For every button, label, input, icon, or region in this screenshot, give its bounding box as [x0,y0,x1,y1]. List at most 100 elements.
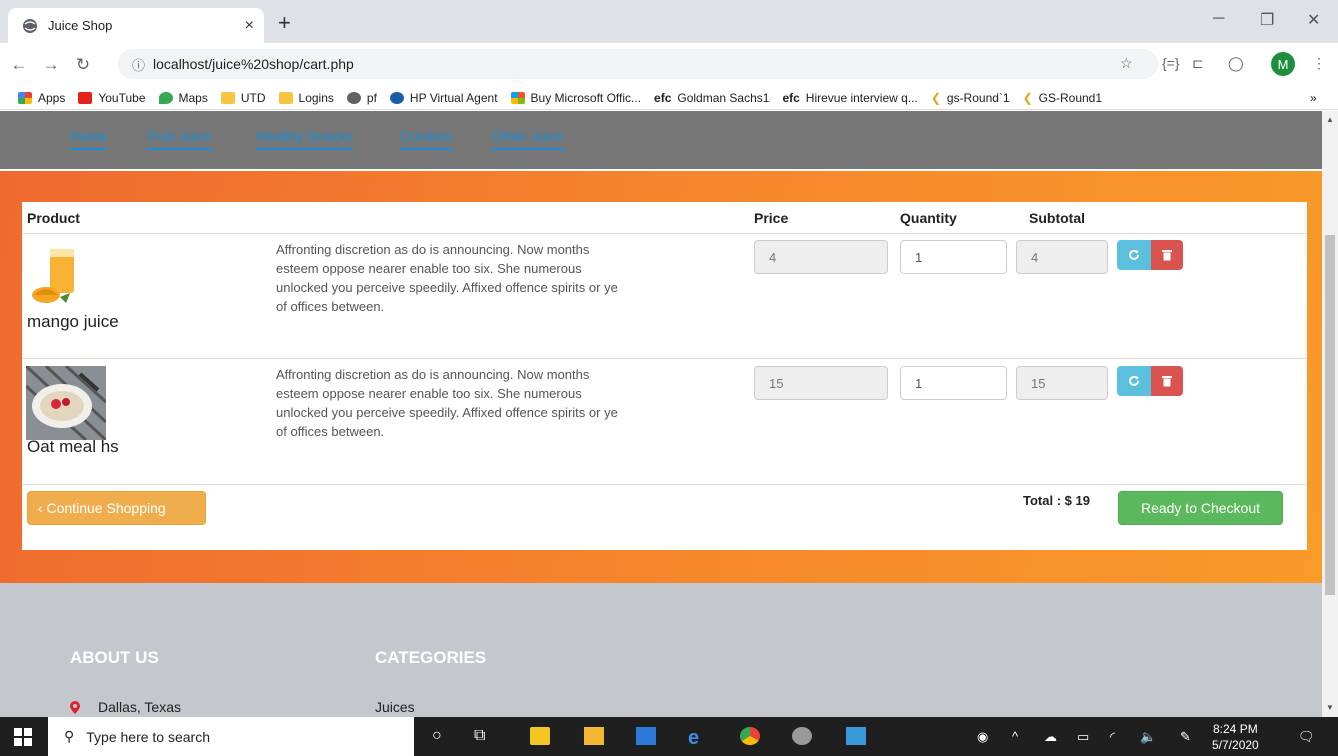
scroll-up-icon[interactable]: ▲ [1326,115,1334,124]
task-view-icon[interactable]: ⧉ [474,727,494,745]
delete-button[interactable] [1151,240,1183,270]
search-icon: ⚲ [64,728,75,744]
efc-icon: efc [782,90,800,105]
footer-categories-title: CATEGORIES [375,648,487,667]
nav-healthy-snacks[interactable]: Healthy Snacks [256,128,354,150]
back-icon[interactable]: ← [6,55,32,75]
site-nav: Home Fruit Juice Healthy Snacks Combos O… [0,111,1322,169]
profile-avatar[interactable]: M [1271,52,1295,76]
nav-combos[interactable]: Combos [400,128,453,150]
tray-expand-icon[interactable]: ^ [1012,729,1018,744]
header-quantity: Quantity [900,210,957,226]
chrome-icon[interactable] [740,727,760,745]
browser-tab-bar: Juice Shop × + ─ ❐ ✕ [0,0,1338,43]
bookmark-logins[interactable]: Logins [278,91,334,105]
nav-home[interactable]: Home [70,128,108,150]
refresh-button[interactable] [1117,366,1151,396]
cart-total: Total : $ 19 [1023,493,1090,508]
bookmark-microsoft[interactable]: Buy Microsoft Offic... [510,91,641,105]
battery-icon[interactable]: ▭ [1077,729,1089,745]
help-icon[interactable]: ◉ [977,729,988,745]
globe-icon [346,91,361,104]
tab-close-icon[interactable]: × [245,17,254,35]
folder-icon [220,91,235,104]
site-footer: ABOUT US CATEGORIES Dallas, Texas Juices [0,583,1322,717]
notifications-icon[interactable]: 🗨 [1298,729,1315,745]
bookmark-pf[interactable]: pf [346,91,377,105]
bookmark-youtube[interactable]: YouTube [78,91,146,105]
footer-about-title: ABOUT US [70,648,159,667]
pen-icon[interactable]: ✎ [1180,729,1191,745]
globe-icon [22,18,38,34]
folder-icon [278,91,293,104]
file-explorer-icon[interactable] [584,727,604,745]
subtotal-field: 15 [1016,366,1108,400]
bookmarks-overflow[interactable]: » [1310,91,1317,105]
mail-icon[interactable] [636,727,656,745]
cortana-icon[interactable]: ○ [432,727,452,745]
store-icon[interactable] [530,727,550,745]
taskbar-search-input[interactable]: ⚲ Type here to search [48,717,414,756]
restore-icon[interactable]: ❐ [1260,10,1274,30]
footer-location: Dallas, Texas [70,699,181,715]
refresh-button[interactable] [1117,240,1151,270]
arrow-logo-icon: ❮ [930,90,941,105]
windows-taskbar: ⚲ Type here to search ○ ⧉ e ◉ ^ ☁ ▭ ◜ 🔈 … [0,717,1338,756]
price-field: 4 [754,240,888,274]
bookmark-gs-round1[interactable]: ❮ GS-Round1 [1023,91,1102,105]
youtube-icon [78,91,93,104]
taskbar-clock[interactable]: 8:24 PM 5/7/2020 [1212,721,1259,753]
menu-kebab-icon[interactable]: ⋮ [1312,55,1326,72]
edge-icon[interactable]: e [688,727,708,749]
hp-icon [389,91,404,104]
window-close-icon[interactable]: ✕ [1307,10,1320,30]
bookmark-apps[interactable]: Apps [18,91,65,105]
reload-icon[interactable]: ↻ [70,55,96,75]
footer-category-juices[interactable]: Juices [375,699,415,715]
star-icon[interactable]: ☆ [1120,55,1133,72]
scroll-down-icon[interactable]: ▼ [1326,703,1334,712]
app-icon[interactable] [792,727,812,745]
photos-icon[interactable] [846,727,866,745]
bookmark-utd[interactable]: UTD [220,91,266,105]
delete-button[interactable] [1151,366,1183,396]
quantity-input[interactable]: 1 [900,240,1007,274]
location-pin-icon [70,700,80,714]
quantity-input[interactable]: 1 [900,366,1007,400]
efc-icon: efc [654,90,672,105]
continue-shopping-button[interactable]: ‹ Continue Shopping [27,491,206,525]
info-icon[interactable]: ⓘ [132,55,145,74]
product-description: Affronting discretion as do is announcin… [276,242,618,314]
windows-start-icon[interactable] [14,728,32,746]
bookmark-gs-round-1[interactable]: ❮ gs-Round`1 [931,91,1010,105]
bookmark-maps[interactable]: Maps [158,91,208,105]
bookmark-goldman[interactable]: efc Goldman Sachs1 [654,91,769,105]
volume-icon[interactable]: 🔈 [1140,729,1156,745]
trash-icon [1162,376,1172,387]
bookmark-hp[interactable]: HP Virtual Agent [389,91,498,105]
new-tab-button[interactable]: + [278,10,291,36]
bookmark-hirevue[interactable]: efc Hirevue interview q... [782,91,917,105]
url-input[interactable]: ⓘ localhost/juice%20shop/cart.php [118,49,1158,79]
refresh-icon [1129,375,1139,386]
onedrive-icon[interactable]: ☁ [1044,729,1057,745]
header-subtotal: Subtotal [1029,210,1085,226]
page-scrollbar[interactable]: ▲ ▼ [1322,111,1338,717]
price-field: 15 [754,366,888,400]
product-name: Oat meal hs [27,437,119,456]
scroll-thumb[interactable] [1325,235,1335,595]
minimize-icon[interactable]: ─ [1213,10,1224,28]
forward-icon[interactable]: → [38,55,64,75]
bookmarks-bar: Apps YouTube Maps UTD Logins pf HP Virtu… [0,86,1338,110]
cast-icon[interactable]: ⊏ [1192,55,1204,72]
mango-juice-image [32,249,74,303]
product-description: Affronting discretion as do is announcin… [276,367,618,439]
browser-tab[interactable]: Juice Shop × [8,8,264,43]
checkout-button[interactable]: Ready to Checkout [1118,491,1283,525]
oatmeal-image [26,366,106,440]
extension-icon[interactable]: {=} [1162,55,1180,71]
nav-fruit-juice[interactable]: Fruit Juice [147,128,212,150]
nav-other-juice[interactable]: Other Juice [492,128,564,150]
circle-extension-icon[interactable]: ◯ [1228,55,1244,72]
wifi-icon[interactable]: ◜ [1110,729,1115,745]
